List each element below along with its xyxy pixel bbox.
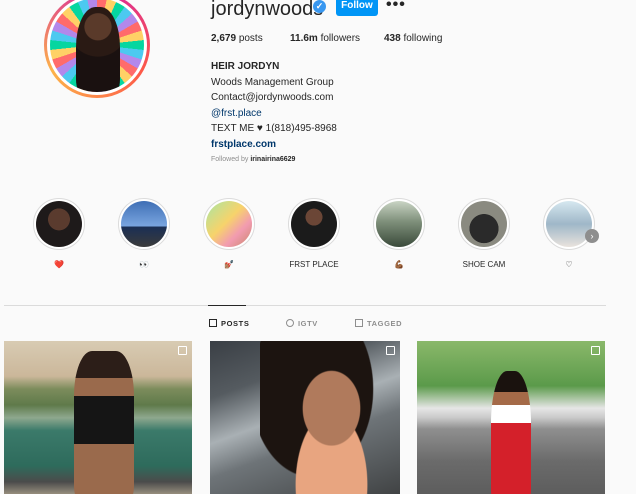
profile-avatar-ring[interactable] xyxy=(44,0,150,98)
follow-button[interactable]: Follow xyxy=(336,0,378,16)
tab-tagged-label: TAGGED xyxy=(367,319,403,328)
profile-avatar-border xyxy=(47,0,147,95)
highlight-label: 💅🏽 xyxy=(224,260,234,269)
highlight-thumbnail xyxy=(206,201,252,247)
highlight-item[interactable]: 💅🏽 xyxy=(201,198,257,271)
multiple-photos-icon xyxy=(591,346,600,355)
bio-name: HEIR JORDYN xyxy=(211,61,280,72)
highlight-thumbnail xyxy=(121,201,167,247)
story-highlights: ❤️ 👀 💅🏽 FRST PLACE 💪🏾 SHOE CAM ♡ xyxy=(0,198,636,274)
multiple-photos-icon xyxy=(386,346,395,355)
highlight-ring xyxy=(118,198,170,250)
highlight-label: 👀 xyxy=(139,260,149,269)
followed-by[interactable]: Followed by irinairina6629 xyxy=(211,156,295,163)
post-photo-subject xyxy=(491,371,531,494)
highlight-label: FRST PLACE xyxy=(289,260,339,269)
post-thumbnail[interactable] xyxy=(417,341,605,494)
stat-followers[interactable]: 11.6m followers xyxy=(290,33,360,44)
highlight-thumbnail xyxy=(461,201,507,247)
highlight-thumbnail xyxy=(36,201,82,247)
stat-posts: 2,679 posts xyxy=(211,33,263,44)
highlight-label: 💪🏾 xyxy=(394,260,404,269)
highlight-label: ♡ xyxy=(565,260,573,269)
highlight-thumbnail xyxy=(291,201,337,247)
highlight-ring xyxy=(458,198,510,250)
followed-by-prefix: Followed by xyxy=(211,156,249,163)
tab-tagged[interactable]: TAGGED xyxy=(355,319,402,328)
igtv-icon xyxy=(286,319,294,327)
highlight-item[interactable]: 💪🏾 xyxy=(371,198,427,271)
followers-label: followers xyxy=(320,33,361,44)
highlight-item[interactable]: FRST PLACE xyxy=(286,198,342,271)
highlights-next-arrow-icon[interactable]: › xyxy=(585,229,599,243)
following-label: following xyxy=(403,33,443,44)
followers-count: 11.6m xyxy=(290,33,318,44)
bio-line-contact: Contact@jordynwoods.com xyxy=(211,92,334,103)
highlight-ring xyxy=(373,198,425,250)
grid-icon xyxy=(209,319,217,327)
post-thumbnail[interactable] xyxy=(4,341,192,494)
post-thumbnail[interactable] xyxy=(210,341,400,494)
active-tab-indicator xyxy=(208,305,246,306)
profile-avatar[interactable] xyxy=(50,0,144,92)
stat-following[interactable]: 438 following xyxy=(384,33,442,44)
tab-posts-label: POSTS xyxy=(221,319,250,328)
tab-posts[interactable]: POSTS xyxy=(209,319,249,328)
bio-line-company: Woods Management Group xyxy=(211,76,334,88)
post-photo-subject xyxy=(260,341,390,494)
tabs-divider xyxy=(4,305,606,306)
highlight-ring xyxy=(33,198,85,250)
posts-count: 2,679 xyxy=(211,33,237,44)
highlight-ring xyxy=(288,198,340,250)
verified-badge-icon: ✓ xyxy=(313,0,326,13)
more-options-icon[interactable]: ••• xyxy=(386,0,406,14)
bio-mention-link[interactable]: @frst.place xyxy=(211,106,337,122)
posts-label: posts xyxy=(238,33,263,44)
tab-igtv[interactable]: IGTV xyxy=(286,319,318,328)
followed-by-user[interactable]: irinairina6629 xyxy=(250,156,295,163)
profile-bio: HEIR JORDYN Woods Management Group Conta… xyxy=(211,59,337,152)
tab-igtv-label: IGTV xyxy=(298,319,318,328)
highlight-item[interactable]: 👀 xyxy=(116,198,172,271)
profile-username: jordynwoods xyxy=(211,0,324,20)
highlight-label: ❤️ xyxy=(54,260,64,269)
highlight-item[interactable]: ❤️ xyxy=(31,198,87,271)
multiple-photos-icon xyxy=(178,346,187,355)
bio-line-phone: TEXT ME ♥ 1(818)495-8968 xyxy=(211,123,337,134)
highlight-ring xyxy=(543,198,595,250)
bio-website-link[interactable]: frstplace.com xyxy=(211,137,337,153)
highlight-thumbnail xyxy=(376,201,422,247)
highlight-thumbnail xyxy=(546,201,592,247)
tagged-icon xyxy=(355,319,363,327)
highlight-ring xyxy=(203,198,255,250)
highlight-label: SHOE CAM xyxy=(462,260,506,269)
following-count: 438 xyxy=(384,33,401,44)
post-photo-subject xyxy=(74,351,134,494)
highlight-item[interactable]: SHOE CAM xyxy=(456,198,512,271)
